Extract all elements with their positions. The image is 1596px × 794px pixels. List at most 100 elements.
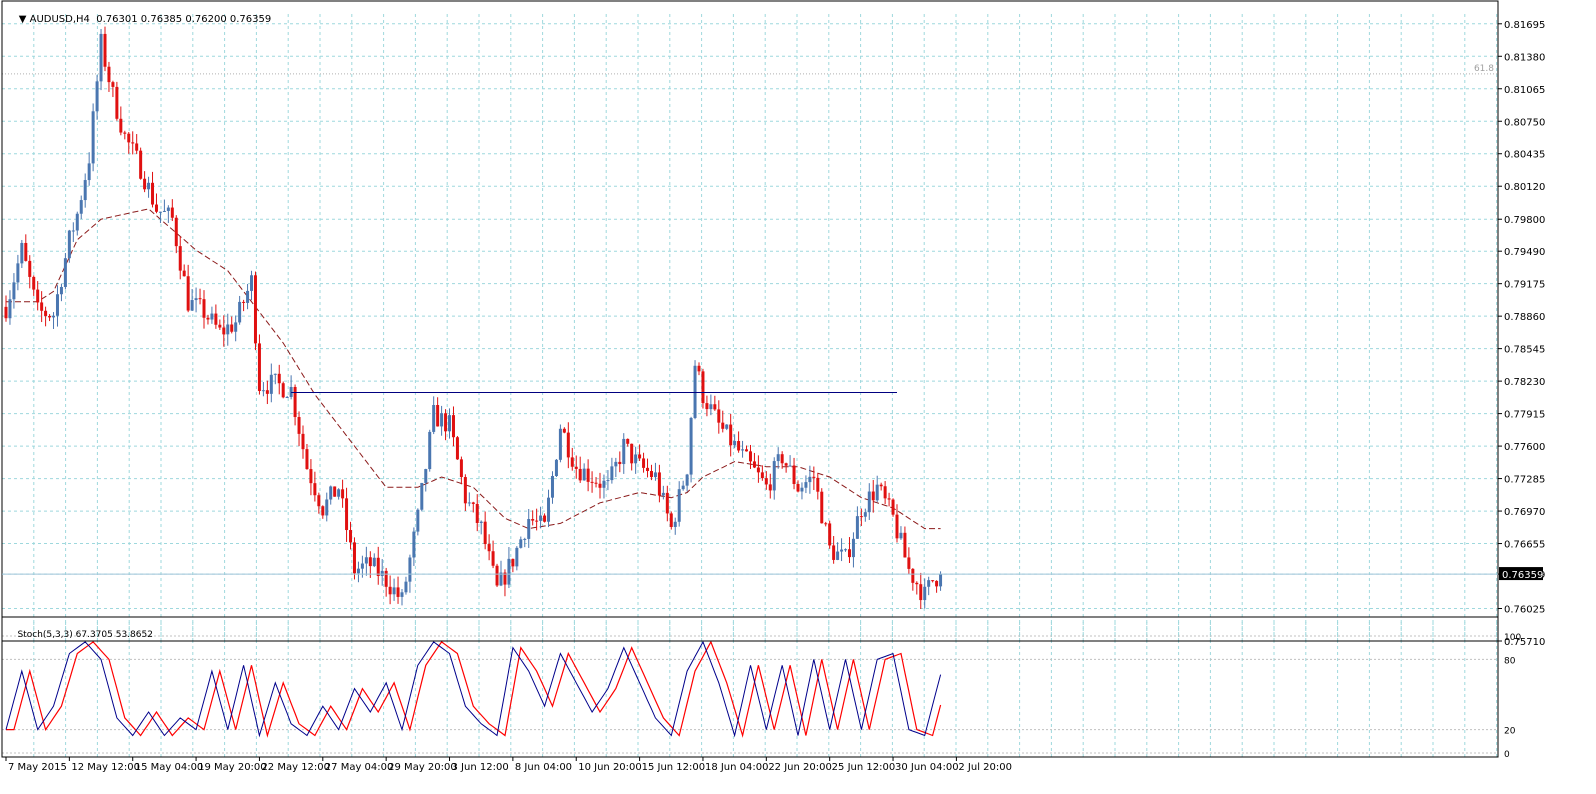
price-chart[interactable]: 61.8 0.81695 0.81380 0.81065 0.80750 0.80435…: [0, 0, 1596, 790]
candle-body: [634, 454, 638, 464]
candle-body: [895, 514, 899, 539]
price-tick-label: 0.79175: [1504, 280, 1545, 291]
time-tick-label: 22 Jun 20:00: [768, 762, 832, 773]
stoch-signal-line: [6, 640, 942, 738]
chart-window[interactable]: 61.8 0.81695 0.81380 0.81065 0.80750 0.80435…: [0, 0, 1596, 790]
time-tick-label: 25 Jun 12:00: [832, 762, 896, 773]
candle-body: [748, 451, 752, 462]
candle-body: [566, 432, 570, 458]
candle-body: [234, 322, 238, 332]
ohlc-values: 0.76301 0.76385 0.76200 0.76359: [96, 14, 272, 25]
candle-body: [598, 483, 602, 488]
time-tick-label: 8 Jun 04:00: [515, 762, 572, 773]
fib-label: 61.8: [1474, 64, 1494, 74]
candle-body: [836, 551, 840, 560]
candle-body: [594, 482, 598, 484]
candle-body: [63, 258, 67, 287]
candle-body: [107, 66, 111, 83]
candle-body: [309, 469, 313, 484]
time-tick-label: 29 May 20:00: [388, 762, 457, 773]
candle-body: [352, 542, 356, 574]
price-tick-label: 0.81695: [1504, 20, 1545, 31]
candle-body: [261, 390, 265, 392]
candle-body: [119, 118, 123, 133]
candle-body: [115, 86, 119, 119]
candle-body: [368, 557, 372, 567]
candle-body: [539, 515, 543, 521]
candle-body: [847, 549, 851, 558]
candle-body: [127, 133, 131, 143]
candle-body: [804, 482, 808, 488]
candle-body: [606, 480, 610, 482]
candle-body: [879, 484, 883, 487]
candle-body: [824, 523, 828, 525]
candle-body: [519, 539, 523, 548]
time-tick-label: 3 Jun 12:00: [452, 762, 509, 773]
time-tick-label: 15 May 04:00: [135, 762, 204, 773]
candle-body: [222, 327, 226, 335]
price-tick-label: 0.77285: [1504, 475, 1545, 486]
menu-arrow-icon[interactable]: ▼: [19, 14, 27, 25]
candle-body: [665, 492, 669, 514]
candle-body: [578, 468, 582, 481]
candle-body: [416, 509, 420, 532]
price-tick-label: 0.81065: [1504, 85, 1545, 96]
candle-body: [44, 310, 48, 316]
candle-body: [764, 478, 768, 485]
grid: [1, 14, 1498, 757]
candle-body: [867, 491, 871, 513]
candle-body: [230, 324, 234, 332]
candles: [4, 26, 943, 609]
candle-body: [376, 557, 380, 576]
candle-body: [408, 557, 412, 582]
candle-body: [206, 317, 210, 320]
candle-body: [855, 516, 859, 539]
candle-body: [293, 386, 297, 418]
candle-body: [444, 413, 448, 432]
candle-body: [899, 532, 903, 539]
candle-body: [194, 298, 198, 301]
price-tick-label: 0.77600: [1504, 442, 1545, 453]
candle-body: [515, 547, 519, 567]
candle-body: [863, 512, 867, 517]
candle-body: [428, 431, 432, 470]
candle-body: [392, 587, 396, 595]
candle-body: [642, 458, 646, 468]
candle-body: [673, 521, 677, 527]
candle-body: [705, 403, 709, 410]
candle-body: [269, 374, 273, 394]
candle-body: [602, 480, 606, 488]
candle-body: [162, 210, 166, 212]
candle-body: [226, 324, 230, 335]
candle-body: [760, 472, 764, 479]
candle-body: [511, 558, 515, 567]
candle-body: [820, 491, 824, 524]
candle-body: [657, 472, 661, 496]
candle-body: [321, 506, 325, 516]
candle-body: [214, 313, 218, 325]
candle-body: [36, 289, 40, 303]
candle-body: [273, 373, 277, 375]
candle-body: [550, 476, 554, 498]
candle-body: [12, 282, 16, 300]
chart-frame: [1, 0, 1499, 758]
candle-body: [638, 454, 642, 459]
candle-body: [325, 499, 329, 516]
candle-body: [190, 300, 194, 311]
chart-header: ▼ AUDUSD,H4 0.76301 0.76385 0.76200 0.76…: [6, 3, 272, 36]
candle-body: [277, 373, 281, 384]
candle-body: [210, 313, 214, 320]
candle-body: [471, 502, 475, 504]
current-price-label: 0.76359: [1502, 570, 1543, 581]
candle-body: [154, 204, 158, 212]
price-tick-label: 0.76025: [1504, 605, 1545, 616]
time-axis: 7 May 2015 12 May 12:0015 May 04:0019 May…: [5, 757, 1012, 773]
candle-body: [123, 132, 127, 134]
price-tick-label: 0.78545: [1504, 345, 1545, 356]
candle-body: [158, 211, 162, 213]
candle-body: [253, 275, 257, 344]
candle-body: [681, 485, 685, 490]
candle-body: [265, 390, 269, 394]
candle-body: [800, 487, 804, 492]
price-tick-label: 0.79490: [1504, 247, 1545, 258]
